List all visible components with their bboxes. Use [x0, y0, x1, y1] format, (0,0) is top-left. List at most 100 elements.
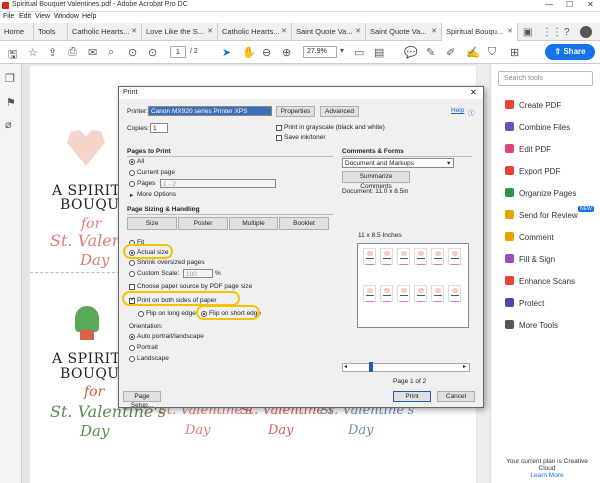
- tab-home[interactable]: Home: [0, 23, 34, 41]
- tool-combine-files[interactable]: Combine Files: [505, 122, 570, 132]
- minimize-button[interactable]: —: [545, 0, 553, 9]
- tool-fill-sign[interactable]: Fill & Sign: [505, 254, 555, 264]
- flip-long-radio[interactable]: [138, 311, 144, 317]
- fit-page-icon[interactable]: ▭: [354, 46, 364, 59]
- mail-icon[interactable]: ✉: [88, 46, 97, 59]
- tab-document[interactable]: Catholic Hearts... ✕: [218, 23, 292, 41]
- search-tools-input[interactable]: Search tools: [498, 71, 593, 86]
- stamp-icon[interactable]: ⛉: [488, 46, 496, 59]
- tool-send-for-review[interactable]: Send for Review: [505, 210, 578, 220]
- share-button[interactable]: ⇧ Share: [545, 44, 595, 60]
- tool-more-tools[interactable]: More Tools: [505, 320, 558, 330]
- close-tab-icon[interactable]: ✕: [131, 27, 137, 35]
- close-tab-icon[interactable]: ✕: [431, 27, 437, 35]
- attachments-icon[interactable]: ⌀: [5, 118, 12, 131]
- tool-comment[interactable]: Comment: [505, 232, 554, 242]
- custom-scale-input[interactable]: 100: [183, 269, 213, 278]
- tab-document[interactable]: Love Like the S... ✕: [142, 23, 218, 41]
- menu-view[interactable]: View: [35, 13, 50, 20]
- tool-export-pdf[interactable]: Export PDF: [505, 166, 560, 176]
- zoom-input[interactable]: 27.9%: [303, 46, 337, 58]
- scroll-mode-icon[interactable]: ▤: [374, 46, 384, 59]
- copies-input[interactable]: 1: [150, 123, 168, 133]
- print-button[interactable]: Print: [393, 391, 431, 402]
- close-tab-icon[interactable]: ✕: [281, 27, 287, 35]
- menu-help[interactable]: Help: [82, 13, 96, 20]
- page-down-icon[interactable]: ⊙: [148, 46, 157, 59]
- bookmarks-icon[interactable]: ⚑: [6, 96, 16, 109]
- hand-tool-icon[interactable]: ✋: [242, 46, 256, 59]
- slider-right-arrow-icon[interactable]: ▸: [463, 363, 466, 370]
- sign-icon[interactable]: ✍: [466, 46, 480, 59]
- select-cursor-icon[interactable]: ➤: [222, 46, 231, 59]
- save-ink-checkbox[interactable]: [276, 135, 282, 141]
- tab-document-active[interactable]: Spiritual Bouqu... ✕: [442, 23, 518, 41]
- apps-icon[interactable]: ⋮⋮: [542, 27, 562, 38]
- tab-document[interactable]: Saint Quote Va... ✕: [366, 23, 442, 41]
- search-icon[interactable]: ⌕: [108, 46, 114, 59]
- grayscale-checkbox[interactable]: [276, 125, 282, 131]
- all-pages-radio[interactable]: [129, 159, 135, 165]
- tool-create-pdf[interactable]: Create PDF: [505, 100, 561, 110]
- size-button[interactable]: Size: [127, 217, 177, 230]
- more-options-toggle[interactable]: More Options: [137, 191, 176, 198]
- advanced-button[interactable]: Advanced: [320, 106, 359, 117]
- learn-more-link[interactable]: Learn More: [530, 472, 563, 479]
- help-link[interactable]: Help: [451, 107, 464, 114]
- page-up-icon[interactable]: ⊙: [128, 46, 137, 59]
- properties-button[interactable]: Properties: [276, 106, 315, 117]
- booklet-button[interactable]: Booklet: [279, 217, 329, 230]
- comment-icon[interactable]: 💬: [404, 46, 418, 59]
- current-page-radio[interactable]: [129, 170, 135, 176]
- pages-radio[interactable]: [129, 181, 135, 187]
- zoom-dropdown-icon[interactable]: ▾: [340, 46, 344, 55]
- paper-source-checkbox[interactable]: [129, 284, 135, 290]
- chat-icon[interactable]: ▣: [523, 27, 532, 38]
- menu-file[interactable]: File: [3, 13, 14, 20]
- menu-edit[interactable]: Edit: [19, 13, 31, 20]
- close-window-button[interactable]: ✕: [587, 0, 594, 9]
- printer-select[interactable]: Canon MX920 series Printer XPS: [148, 106, 272, 116]
- tool-edit-pdf[interactable]: Edit PDF: [505, 144, 551, 154]
- help-icon[interactable]: ⓘ: [468, 107, 475, 117]
- page-number-input[interactable]: 1: [170, 46, 186, 58]
- tool-protect[interactable]: Protect: [505, 298, 544, 308]
- close-tab-icon[interactable]: ✕: [355, 27, 361, 35]
- maximize-button[interactable]: ☐: [566, 0, 573, 9]
- tab-document[interactable]: Saint Quote Va... ✕: [292, 23, 366, 41]
- tab-tools[interactable]: Tools: [34, 23, 68, 41]
- pages-range-input[interactable]: 1 - 2: [160, 179, 276, 188]
- zoom-out-icon[interactable]: ⊖: [262, 46, 271, 59]
- page-setup-button[interactable]: Page Setup...: [123, 391, 161, 409]
- save-icon[interactable]: 🖫: [8, 46, 17, 65]
- tab-document[interactable]: Catholic Hearts... ✕: [68, 23, 142, 41]
- portrait-radio[interactable]: [129, 345, 135, 351]
- custom-scale-radio[interactable]: [129, 271, 135, 277]
- tool-enhance-scans[interactable]: Enhance Scans: [505, 276, 575, 286]
- landscape-radio[interactable]: [129, 356, 135, 362]
- auto-orientation-radio[interactable]: [129, 334, 135, 340]
- close-tab-icon[interactable]: ✕: [507, 27, 513, 35]
- page-thumbnails-icon[interactable]: ❐: [5, 72, 15, 85]
- slider-left-arrow-icon[interactable]: ◂: [344, 363, 347, 370]
- close-tab-icon[interactable]: ✕: [207, 27, 213, 35]
- comments-select[interactable]: Document and Markups: [342, 158, 454, 168]
- avatar[interactable]: [580, 26, 592, 38]
- cancel-button[interactable]: Cancel: [437, 391, 475, 402]
- menu-window[interactable]: Window: [54, 13, 79, 20]
- expand-arrow-icon[interactable]: ▸: [130, 191, 133, 199]
- tool-organize-pages[interactable]: Organize Pages: [505, 188, 576, 198]
- pen-icon[interactable]: ✎: [426, 46, 435, 59]
- poster-button[interactable]: Poster: [178, 217, 228, 230]
- upload-icon[interactable]: ⇪: [48, 46, 57, 59]
- summarize-comments-button[interactable]: Summarize Comments: [342, 171, 410, 190]
- dialog-close-button[interactable]: ✕: [470, 88, 477, 97]
- shrink-radio[interactable]: [129, 260, 135, 266]
- help-icon[interactable]: ?: [564, 27, 570, 38]
- page-slider[interactable]: [342, 363, 470, 372]
- more-tools-icon[interactable]: ⊞: [510, 46, 519, 59]
- multiple-button[interactable]: Multiple: [229, 217, 278, 230]
- print-icon[interactable]: ⎙: [68, 46, 77, 59]
- bookmark-star-icon[interactable]: ☆: [28, 46, 38, 59]
- slider-thumb[interactable]: [369, 362, 373, 372]
